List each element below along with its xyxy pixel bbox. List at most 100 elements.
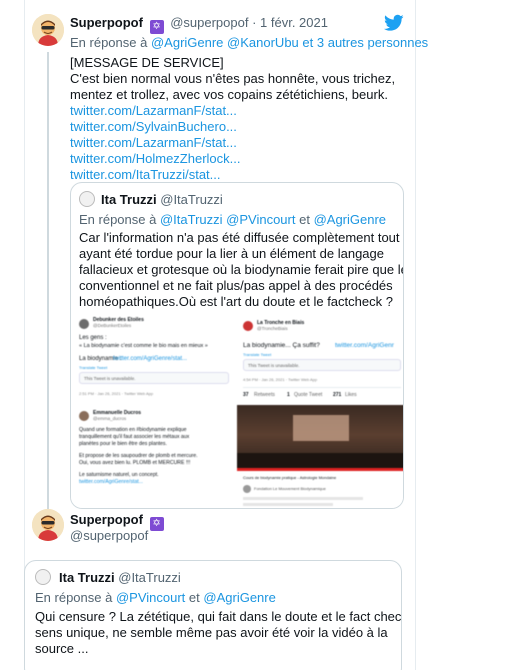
superhero-avatar-icon — [32, 509, 64, 541]
reply-join: et — [299, 212, 310, 227]
superhero-avatar-icon — [32, 14, 64, 46]
shot-link: twitter.com/AgriGenre/stat... — [113, 356, 188, 362]
placeholder-line — [243, 497, 363, 500]
quoted-text-line: source ... — [35, 641, 89, 656]
reply-mention[interactable]: @PVincourt — [116, 590, 185, 605]
shot-link: twitter.com/AgriGenre/stat... — [79, 479, 143, 485]
shot-text: Et propose de les saupoudrer de plomb et… — [79, 453, 198, 459]
shot-meta: 2:51 PM · Jan 26, 2021 · Twitter Web App — [79, 391, 154, 396]
author-handle[interactable]: @superpopof — [170, 15, 248, 30]
quoted-tweet[interactable]: Ita Truzzi @ItaTruzzi En réponse à @PVin… — [24, 560, 402, 670]
quoted-text-line: ayant été tordue pour la lier à un éléme… — [79, 246, 384, 261]
tweet-date[interactable]: 1 févr. 2021 — [260, 15, 328, 30]
shot-text: « La biodynamie c'est comme le bio mais … — [79, 343, 208, 349]
quoted-author-name[interactable]: Ita Truzzi — [101, 192, 157, 207]
shot-stat-label: Quote Tweet — [294, 392, 323, 398]
shot-unavailable: This Tweet is unavailable. — [84, 376, 136, 381]
shot-unavailable: This Tweet is unavailable. — [248, 363, 300, 368]
quoted-reply-context: En réponse à @ItaTruzzi @PVincourt et @A… — [79, 212, 386, 227]
divider — [243, 387, 401, 388]
reply-prefix: En réponse à — [79, 212, 157, 227]
quoted-avatar[interactable] — [35, 569, 51, 585]
media-image-4[interactable]: Cours de biodynamie pratique - Astrologi… — [237, 405, 403, 508]
tweet-link[interactable]: twitter.com/LazarmanF/stat... — [70, 103, 400, 119]
reply-mention[interactable]: @AgriGenre — [203, 590, 275, 605]
tweet-text-line: C'est bien normal vous n'êtes pas honnêt… — [70, 71, 396, 86]
shot-text: tranquillement qu'il faut associer les m… — [79, 434, 190, 440]
projector-screen — [293, 415, 349, 441]
author-handle[interactable]: @superpopof — [70, 528, 148, 543]
tweet-link[interactable]: twitter.com/LazarmanF/stat... — [70, 135, 400, 151]
mini-avatar — [79, 319, 89, 329]
mini-avatar — [243, 485, 251, 493]
avatar[interactable] — [32, 509, 64, 541]
thread-connector-line — [47, 52, 49, 510]
avatar[interactable] — [32, 14, 64, 46]
reply-join: et — [188, 590, 200, 605]
tweet-link[interactable]: twitter.com/ItaTruzzi/stat... — [70, 167, 400, 183]
shot-text: Oui, vous avez bien lu. PLOMB et MERCURE… — [79, 460, 191, 466]
shot-text: Les gens : — [79, 335, 107, 341]
tweet-text-line: [MESSAGE DE SERVICE] — [70, 55, 224, 70]
shot-text: planètes pour le bien être des plantes. — [79, 441, 167, 447]
shot-handle: @DeBunkerEtoiles — [93, 323, 132, 328]
reply-mention[interactable]: @AgriGenre — [151, 35, 223, 50]
shot-unavailable-box: This Tweet is unavailable. — [243, 359, 401, 371]
mini-avatar — [79, 411, 89, 421]
quoted-reply-context: En réponse à @PVincourt et @AgriGenre — [35, 590, 276, 605]
shot-stat: 37 — [243, 392, 249, 398]
quoted-text-line: Qui censure ? La zététique, qui fait dan… — [35, 609, 402, 624]
twitter-bird-icon[interactable] — [384, 14, 404, 32]
placeholder-line — [243, 503, 333, 506]
reply-mention[interactable]: @KanorUbu — [227, 35, 299, 50]
quoted-text: Car l'information n'a pas été diffusée c… — [79, 230, 404, 310]
shot-text: Quand une formation en #biodynamie expli… — [79, 427, 187, 433]
quoted-author-handle[interactable]: @ItaTruzzi — [160, 192, 223, 207]
shot-handle: @TroncheBiais — [257, 326, 288, 331]
separator: · — [252, 15, 257, 30]
reply-mention[interactable]: @PVincourt — [226, 212, 295, 227]
media-image-2[interactable]: La Tronche en Biais @TroncheBiais La bio… — [237, 311, 403, 407]
shot-text: Le saturnisme naturel, un concept. — [79, 472, 159, 478]
author-name[interactable]: Superpopof — [70, 15, 143, 30]
quoted-text-line: sens unique, ne semble même pas avoir ét… — [35, 625, 388, 640]
quoted-text-line: fallacieux et grotesque où la biodynamie… — [79, 262, 404, 277]
shot-stat-label: Retweets — [254, 392, 275, 398]
media-image-3[interactable]: Emmanuelle Ducros @emma_ducros Quand une… — [71, 405, 235, 508]
quoted-author: Ita Truzzi @ItaTruzzi — [101, 192, 223, 207]
reply-prefix: En réponse à — [70, 35, 148, 50]
shot-handle: @emma_ducros — [93, 416, 127, 421]
shot-meta: 4:54 PM · Jan 26, 2021 · Twitter Web App — [243, 377, 318, 382]
quoted-author-handle[interactable]: @ItaTruzzi — [118, 570, 181, 585]
quoted-tweet[interactable]: Ita Truzzi @ItaTruzzi En réponse à @ItaT… — [70, 182, 404, 509]
reply-context: En réponse à @AgriGenre @KanorUbu et 3 a… — [70, 35, 428, 50]
media-image-1[interactable]: Debunker des Etoiles @DeBunkerEtoiles Le… — [71, 311, 235, 407]
shot-stat: 271 — [333, 392, 342, 398]
video-thumbnail — [237, 405, 403, 471]
shot-translate: Translate Tweet — [243, 352, 272, 357]
shot-stat-label: Likes — [345, 392, 357, 398]
tweet-link[interactable]: twitter.com/SylvainBuchero... — [70, 119, 400, 135]
video-caption: Cours de biodynamie pratique - Astrologi… — [243, 475, 337, 480]
quoted-author-name[interactable]: Ita Truzzi — [59, 570, 115, 585]
mini-avatar — [243, 321, 253, 331]
quoted-text-line: Car l'information n'a pas été diffusée c… — [79, 230, 400, 245]
quoted-text-line: conventionnel et ne fait plus/pas appel … — [79, 278, 393, 293]
menorah-badge-icon: ✡ — [149, 20, 164, 34]
shot-translate: Translate Tweet — [79, 365, 108, 370]
reply-mention[interactable]: @AgriGenre — [314, 212, 386, 227]
shot-unavailable-box: This Tweet is unavailable. — [79, 372, 229, 384]
video-channel: Fondation Le Mouvement Biodynamique — [254, 486, 326, 491]
quoted-avatar[interactable] — [79, 191, 95, 207]
reply-mention[interactable]: @ItaTruzzi — [160, 212, 223, 227]
shot-text: La biodynamie... Ça suffit? — [243, 342, 320, 349]
tweet-link[interactable]: twitter.com/HolmezZherlock... — [70, 151, 400, 167]
progress-bar — [237, 468, 403, 471]
author-name[interactable]: Superpopof — [70, 512, 143, 527]
reply-others[interactable]: et 3 autres personnes — [302, 35, 428, 50]
tweet-text-line: mentez et trollez, avec vos copains zété… — [70, 87, 388, 102]
tweet-header: Superpopof ✡ @superpopof · 1 févr. 2021 — [70, 15, 328, 34]
tweet-text: [MESSAGE DE SERVICE] C'est bien normal v… — [70, 55, 400, 183]
shot-link: twitter.com/AgriGenr — [335, 342, 394, 349]
quoted-text-line: homéopathiques.Où est l'art du doute et … — [79, 294, 393, 309]
